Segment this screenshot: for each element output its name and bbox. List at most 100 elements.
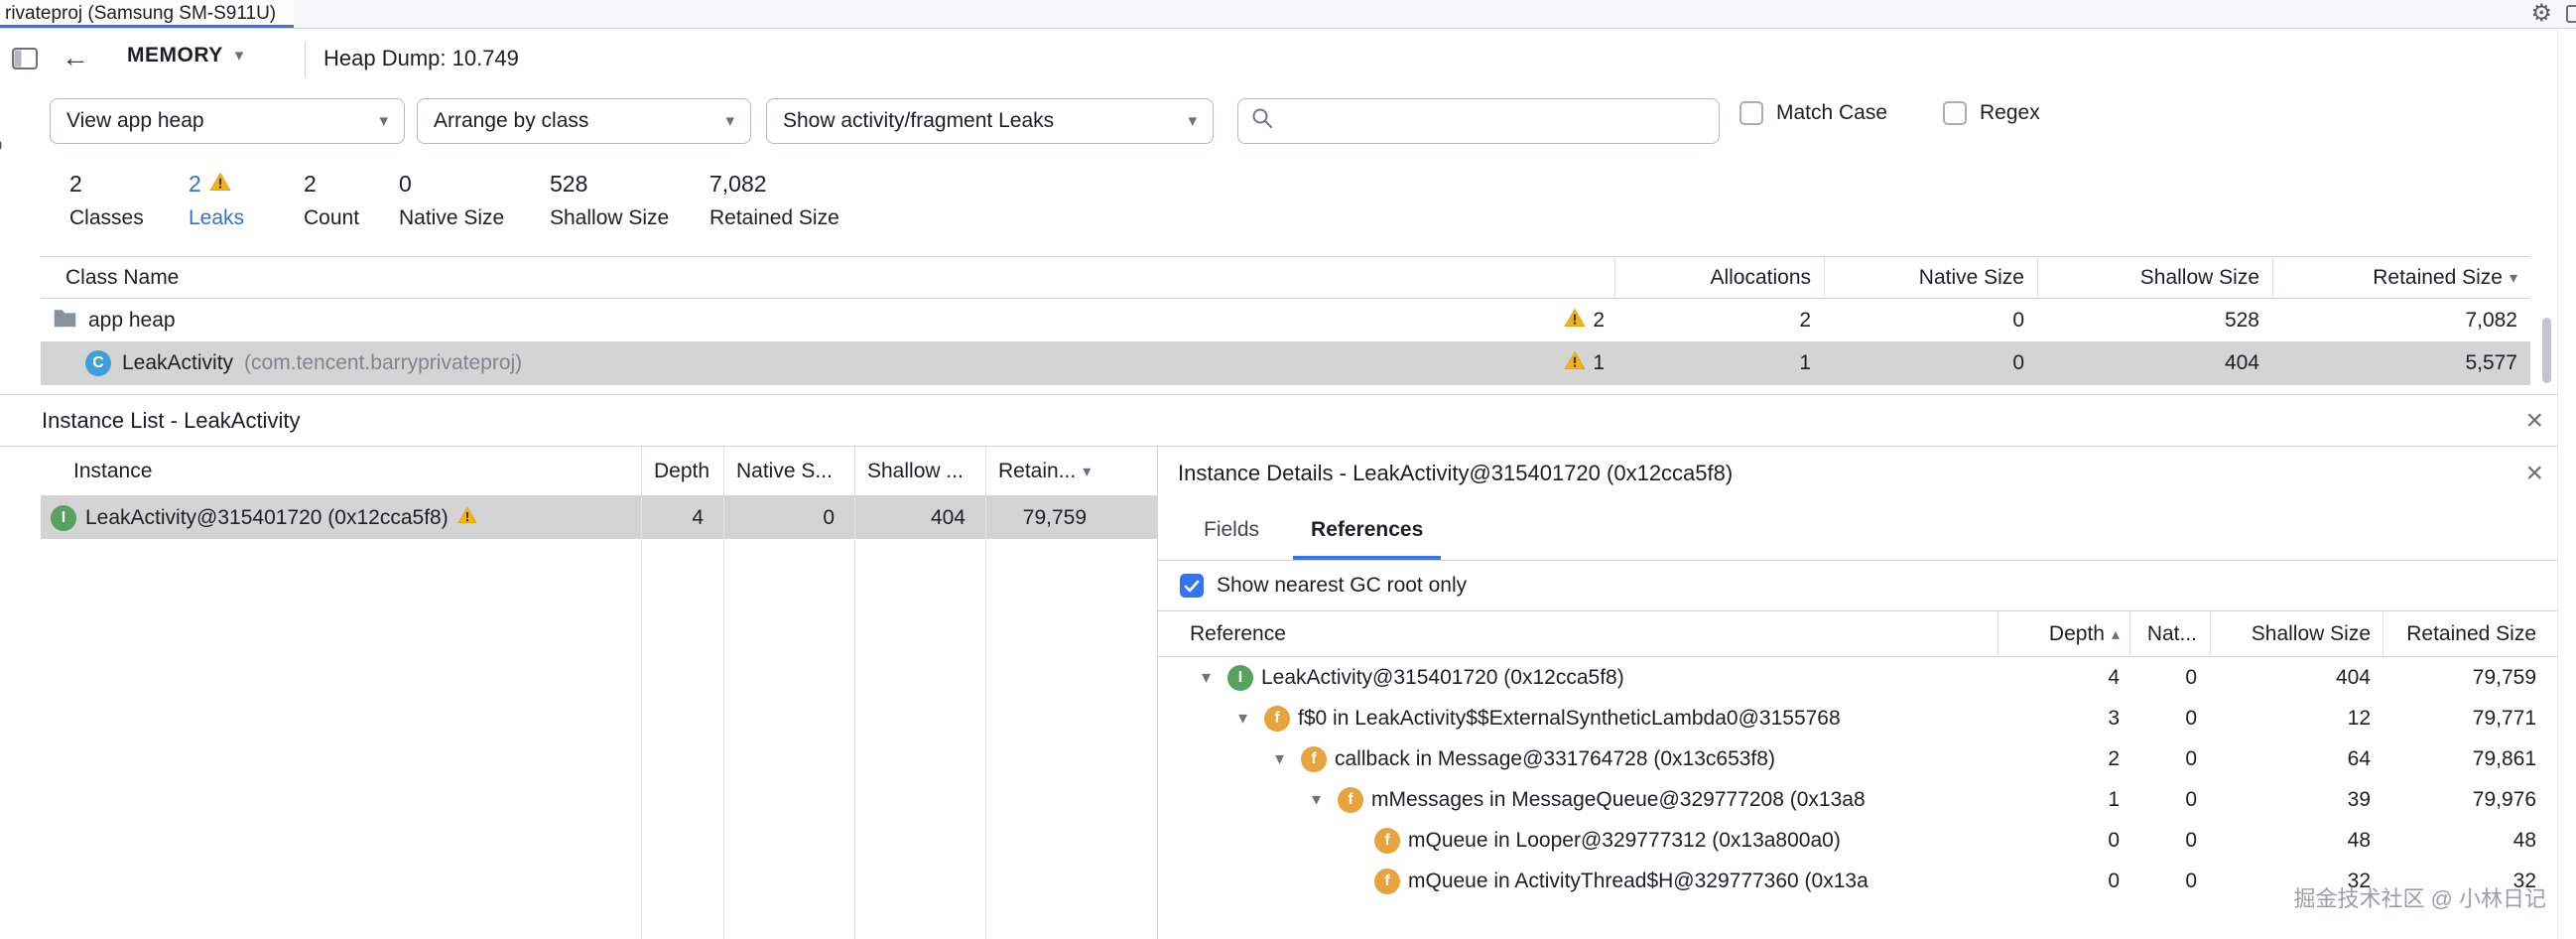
instance-list-panel-header: Instance List - LeakActivity × xyxy=(0,394,2557,447)
tab-fields[interactable]: Fields xyxy=(1178,499,1285,560)
class-row-app-heap[interactable]: app heap 2 2 0 528 7,082 xyxy=(41,299,2530,341)
profiler-toolbar: ← MEMORY ▾ Heap Dump: 10.749 xyxy=(0,29,2576,90)
back-button[interactable]: ← xyxy=(62,42,89,73)
arrange-select-value: Arrange by class xyxy=(434,109,589,132)
column-header-reference[interactable]: Reference xyxy=(1158,611,1997,656)
column-header-retained-size[interactable]: Retained Size xyxy=(2383,611,2557,656)
reference-label: f$0 in LeakActivity$$ExternalSyntheticLa… xyxy=(1298,706,1841,730)
depth-value: 0 xyxy=(2108,828,2120,852)
column-header-shallow-size[interactable]: Shallow Size xyxy=(2037,257,2272,298)
heap-dump-label: Heap Dump: 10.749 xyxy=(323,46,519,70)
regex-label: Regex xyxy=(1980,101,2040,124)
depth-value: 4 xyxy=(2108,665,2120,689)
sessions-collapsed-label[interactable]: S... xyxy=(0,139,4,168)
instance-details-pane: Instance Details - LeakActivity@31540172… xyxy=(1158,447,2557,939)
tabbar-icons: ⚙ xyxy=(2530,0,2576,28)
native-size-value: 0 xyxy=(2185,706,2197,730)
regex-checkbox[interactable]: Regex xyxy=(1943,101,2040,125)
column-header-allocations[interactable]: Allocations xyxy=(1614,257,1824,298)
column-header-instance[interactable]: Instance xyxy=(41,447,641,495)
leak-count-badge: 1 xyxy=(1564,350,1614,376)
instance-row[interactable]: I LeakActivity@315401720 (0x12cca5f8) 4 … xyxy=(41,496,1157,539)
heap-select[interactable]: View app heap ▾ xyxy=(50,98,405,144)
tab-references[interactable]: References xyxy=(1285,499,1449,560)
close-icon[interactable]: × xyxy=(2525,458,2543,488)
reference-tree-row[interactable]: f mQueue in Looper@329777312 (0x13a800a0… xyxy=(1158,820,2557,861)
heap-select-value: View app heap xyxy=(66,109,204,132)
warning-icon xyxy=(209,171,231,198)
chevron-down-icon[interactable]: ▾ xyxy=(1266,748,1293,769)
column-divider xyxy=(985,496,986,939)
retained-size-value: 79,759 xyxy=(2472,665,2536,689)
leaks-select[interactable]: Show activity/fragment Leaks ▾ xyxy=(766,98,1214,144)
instance-list-title: Instance List - LeakActivity xyxy=(42,407,301,433)
stat-leaks-label: Leaks xyxy=(189,206,245,229)
column-header-class-name[interactable]: Class Name xyxy=(41,257,1614,298)
column-divider xyxy=(723,496,724,939)
stat-leaks[interactable]: 2 Leaks xyxy=(189,171,244,230)
scrollbar-thumb[interactable] xyxy=(2542,318,2551,383)
sort-desc-icon: ▾ xyxy=(2509,269,2517,287)
stat-retained-size: 7,082 Retained Size xyxy=(709,171,839,230)
stat-shallow-value: 528 xyxy=(550,171,588,197)
shallow-size-value: 64 xyxy=(2347,746,2371,770)
close-icon[interactable]: × xyxy=(2525,405,2543,436)
retained-size-value: 48 xyxy=(2512,828,2536,852)
shallow-size-value: 404 xyxy=(2335,665,2371,689)
column-header-depth[interactable]: Depth ▴ xyxy=(1997,611,2129,656)
search-field[interactable] xyxy=(1237,98,1720,144)
reference-tree-row[interactable]: ▾ f callback in Message@331764728 (0x13c… xyxy=(1158,738,2557,779)
field-icon: f xyxy=(1374,827,1400,854)
stat-count-value: 2 xyxy=(304,171,317,197)
reference-tree-row[interactable]: ▾ f f$0 in LeakActivity$$ExternalSynthet… xyxy=(1158,698,2557,738)
native-size-value: 0 xyxy=(2185,787,2197,811)
search-input[interactable] xyxy=(1282,109,1707,133)
stat-retained-value: 7,082 xyxy=(709,171,767,197)
column-header-native-size[interactable]: Native Size xyxy=(1824,257,2037,298)
retained-size-value: 79,976 xyxy=(2472,787,2536,811)
class-icon: C xyxy=(85,349,111,376)
gc-root-checkbox[interactable]: Show nearest GC root only xyxy=(1158,561,2557,611)
chevron-down-icon[interactable]: ▾ xyxy=(1193,667,1220,688)
depth-label: Depth xyxy=(2048,621,2105,645)
stat-count-label: Count xyxy=(304,206,360,229)
column-header-retained[interactable]: Retain... ▾ xyxy=(985,447,1106,495)
column-header-native[interactable]: Native S... xyxy=(723,447,854,495)
chevron-down-icon[interactable]: ▾ xyxy=(1303,789,1330,810)
instance-label: LeakActivity@315401720 (0x12cca5f8) xyxy=(85,505,449,529)
gear-icon[interactable]: ⚙ xyxy=(2530,2,2552,26)
stat-leaks-value: 2 xyxy=(189,171,201,197)
chevron-down-icon[interactable]: ▾ xyxy=(1229,708,1256,729)
column-header-native[interactable]: Nat... xyxy=(2129,611,2210,656)
sort-desc-icon: ▾ xyxy=(1083,463,1092,480)
column-header-shallow[interactable]: Shallow ... xyxy=(854,447,985,495)
session-tab[interactable]: rivateproj (Samsung SM-S911U) xyxy=(0,0,295,28)
reference-tree-row[interactable]: ▾ f mMessages in MessageQueue@329777208 … xyxy=(1158,779,2557,820)
allocations-value: 2 xyxy=(1799,308,1811,332)
stat-classes: 2 Classes xyxy=(69,171,144,230)
native-size-value: 0 xyxy=(2012,308,2024,332)
field-icon: f xyxy=(1338,786,1363,813)
column-header-retained-size[interactable]: Retained Size ▾ xyxy=(2272,257,2530,298)
match-case-checkbox[interactable]: Match Case xyxy=(1739,101,1887,125)
depth-value: 1 xyxy=(2108,787,2120,811)
stat-classes-value: 2 xyxy=(69,171,82,197)
column-header-depth[interactable]: Depth xyxy=(641,447,723,495)
arrange-select[interactable]: Arrange by class ▾ xyxy=(417,98,751,144)
search-icon xyxy=(1250,106,1274,136)
instance-list-pane: Instance Depth Native S... Shallow ... R… xyxy=(0,447,1158,939)
memory-dropdown[interactable]: MEMORY ▾ xyxy=(127,44,243,67)
chevron-down-icon: ▾ xyxy=(1188,111,1197,130)
leak-count: 1 xyxy=(1593,350,1605,374)
tool-window-toggle-icon[interactable] xyxy=(12,48,38,75)
reference-label: mQueue in Looper@329777312 (0x13a800a0) xyxy=(1408,828,1841,852)
heap-folder-icon xyxy=(53,308,77,334)
reference-tree-row[interactable]: ▾ I LeakActivity@315401720 (0x12cca5f8) … xyxy=(1158,657,2557,698)
class-row-leakactivity[interactable]: C LeakActivity (com.tencent.barryprivate… xyxy=(41,341,2530,384)
class-row-label: app heap xyxy=(88,308,176,332)
allocations-value: 1 xyxy=(1799,350,1811,374)
native-size-value: 0 xyxy=(823,505,835,529)
reference-table-header: Reference Depth ▴ Nat... Shallow Size Re… xyxy=(1158,611,2557,657)
column-header-shallow-size[interactable]: Shallow Size xyxy=(2210,611,2383,656)
window-layout-icon[interactable] xyxy=(2566,5,2576,23)
